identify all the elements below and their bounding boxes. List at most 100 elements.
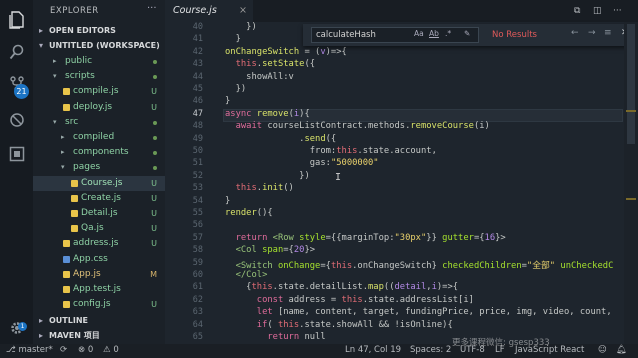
code-line[interactable]: return null: [225, 332, 325, 342]
code-line[interactable]: </Col>: [225, 270, 268, 280]
open-preview-icon[interactable]: ◫: [593, 6, 602, 16]
code-line[interactable]: showAll:v: [225, 72, 294, 82]
code-line[interactable]: return <Row style={{marginTop:"30px"}} g…: [225, 233, 506, 243]
tree-item-app-js[interactable]: App.js M: [33, 267, 165, 282]
tab-bar: Course.js × ⧉ ◫ ···: [165, 0, 638, 22]
branch-indicator[interactable]: ⎇ master*: [6, 345, 53, 355]
js-file-icon: [63, 301, 70, 309]
js-file-icon: [71, 210, 78, 217]
code-line[interactable]: this.setState({: [225, 59, 315, 69]
code-line[interactable]: await courseListContract.methods.removeC…: [225, 121, 490, 131]
tree-item-qa-js[interactable]: Qa.js U: [33, 221, 165, 236]
tree-item-compiled[interactable]: ▸ compiled: [33, 130, 165, 145]
find-input[interactable]: calculateHash: [311, 27, 479, 43]
line-number: 60: [192, 270, 203, 280]
close-tab-icon[interactable]: ×: [239, 0, 247, 22]
code-line[interactable]: const address = this.state.addressList[i…: [225, 295, 474, 305]
workspace-section[interactable]: ▾ UNTITLED (WORKSPACE): [33, 39, 165, 53]
code-line[interactable]: let [name, content, target, fundingPrice…: [225, 307, 612, 317]
tree-item-deploy-js[interactable]: deploy.js U: [33, 100, 165, 115]
tree-item-label: compile.js: [73, 86, 119, 97]
editor-scrollbar[interactable]: [624, 22, 638, 344]
search-icon[interactable]: [7, 42, 27, 62]
tree-item-label: Detail.js: [81, 208, 118, 218]
code-line[interactable]: onChangeSwitch = (v)=>{: [225, 47, 347, 57]
line-number: 54: [192, 195, 203, 206]
tree-item-label: Qa.js: [81, 223, 104, 234]
tree-item-label: components: [73, 147, 129, 158]
code-line[interactable]: .send({: [225, 134, 336, 144]
next-match-icon[interactable]: →: [588, 28, 596, 38]
line-number: 50: [192, 146, 203, 156]
line-number: 47: [192, 108, 203, 119]
errors-count[interactable]: ⊗ 0: [78, 345, 93, 355]
tree-item-scripts[interactable]: ▾ scripts: [33, 69, 165, 84]
code-line[interactable]: if( this.state.showAll && !isOnline){: [225, 320, 453, 330]
notifications-icon[interactable]: 🔔︎: [616, 345, 627, 355]
code-line[interactable]: }: [225, 96, 230, 106]
source-control-badge: 21: [14, 84, 29, 99]
tree-item-label: address.js: [73, 238, 119, 249]
warnings-count[interactable]: ⚠ 0: [103, 345, 119, 355]
outline-section[interactable]: ▸ OUTLINE: [33, 314, 165, 328]
line-number: 46: [192, 96, 203, 107]
more-actions-icon[interactable]: ···: [613, 6, 622, 16]
js-file-icon: [71, 179, 78, 187]
tree-item-components[interactable]: ▸ components: [33, 145, 165, 160]
chevron-down-icon[interactable]: ▾: [61, 160, 65, 175]
code-line[interactable]: gas:"5000000": [225, 158, 379, 168]
whole-word-toggle[interactable]: Ab: [429, 29, 439, 38]
feedback-icon[interactable]: ☺: [598, 345, 607, 355]
tree-item-detail-js[interactable]: Detail.js U: [33, 206, 165, 221]
tree-item-app-css[interactable]: App.css: [33, 252, 165, 267]
match-case-toggle[interactable]: Aa: [414, 29, 424, 38]
chevron-down-icon[interactable]: ▾: [53, 115, 57, 130]
split-editor-icon[interactable]: ⧉: [574, 6, 580, 16]
regex-toggle[interactable]: .*: [445, 29, 451, 38]
code-line[interactable]: }): [225, 84, 247, 94]
line-number: 53: [192, 183, 203, 194]
extensions-icon[interactable]: [7, 144, 27, 164]
scrollbar-thumb[interactable]: [627, 24, 635, 144]
find-in-selection-icon[interactable]: ✎: [464, 29, 470, 38]
code-line[interactable]: <Col span={20}>: [225, 245, 315, 255]
code-line[interactable]: }: [225, 34, 241, 44]
line-number: 45: [192, 84, 203, 94]
open-editors-section[interactable]: ▸ OPEN EDITORS: [33, 24, 165, 38]
more-actions-icon[interactable]: ···: [147, 3, 157, 14]
code-line[interactable]: async remove(i){: [225, 109, 310, 119]
chevron-right-icon[interactable]: ▸: [53, 54, 57, 69]
chevron-right-icon[interactable]: ▸: [61, 130, 65, 145]
tree-item-pages[interactable]: ▾ pages: [33, 160, 165, 175]
tree-item-course-js[interactable]: Course.js U: [33, 175, 165, 191]
code-line[interactable]: this.init(): [225, 183, 294, 193]
code-line[interactable]: }): [225, 22, 257, 32]
tree-item-create-js[interactable]: Create.js U: [33, 191, 165, 206]
find-in-selection-toggle[interactable]: ≡: [604, 28, 612, 38]
tab-course-js[interactable]: Course.js ×: [165, 0, 253, 22]
code-line[interactable]: <Switch onChange={this.onChangeSwitch} c…: [225, 258, 614, 271]
code-line[interactable]: render(){: [225, 208, 273, 218]
tree-item-app-test-js[interactable]: App.test.js: [33, 282, 165, 297]
line-number: 44: [192, 71, 203, 82]
tree-item-address-js[interactable]: address.js U: [33, 236, 165, 251]
files-icon[interactable]: [7, 10, 27, 30]
tree-item-config-js[interactable]: config.js U: [33, 297, 165, 312]
tree-item-src[interactable]: ▾ src: [33, 115, 165, 130]
indentation[interactable]: Spaces: 2: [410, 345, 451, 355]
cursor-position[interactable]: Ln 47, Col 19: [345, 345, 401, 355]
code-line[interactable]: }: [225, 196, 230, 206]
sync-icon[interactable]: ⟳: [60, 345, 67, 355]
debug-icon[interactable]: [7, 110, 27, 130]
chevron-down-icon[interactable]: ▾: [53, 69, 57, 84]
tree-item-public[interactable]: ▸ public: [33, 54, 165, 69]
code-line[interactable]: from:this.state.account,: [225, 146, 437, 156]
previous-match-icon[interactable]: ←: [571, 28, 579, 38]
tree-item-compile-js[interactable]: compile.js U: [33, 84, 165, 99]
code-line[interactable]: {this.state.detailList.map((detail,i)=>{: [225, 282, 458, 292]
explorer-sidebar: EXPLORER ··· ▸ OPEN EDITORS ▾ UNTITLED (WO…: [33, 0, 165, 344]
maven-section[interactable]: ▸ MAVEN 项目: [33, 329, 165, 343]
js-file-icon: [71, 194, 78, 202]
code-line[interactable]: }): [225, 171, 310, 181]
chevron-right-icon[interactable]: ▸: [61, 145, 65, 160]
